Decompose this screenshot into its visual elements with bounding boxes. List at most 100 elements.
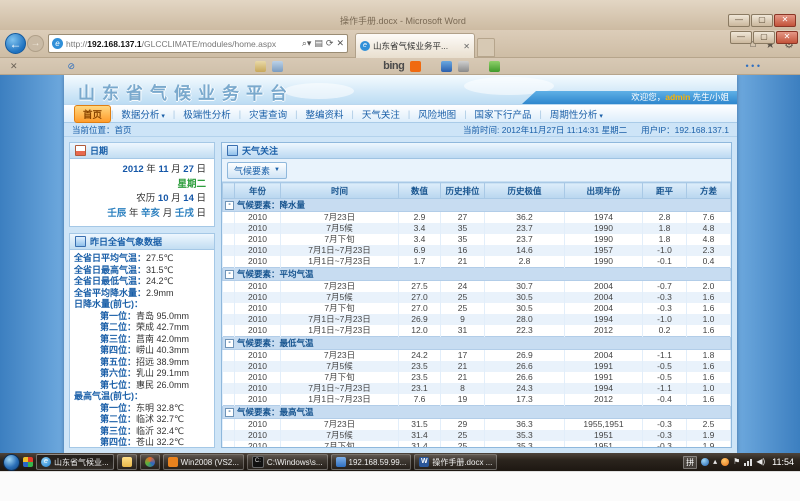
stat-value: 临沂 32.4℃ <box>136 426 184 436</box>
browser-maximize-icon[interactable]: ▢ <box>753 31 775 44</box>
search-icon[interactable]: ⌕▾ <box>302 38 312 49</box>
stop-icon[interactable]: ✕ <box>336 38 344 49</box>
row-select-cell <box>223 292 235 303</box>
start-button-icon[interactable] <box>3 454 20 471</box>
fire-icon[interactable] <box>721 458 729 466</box>
table-cell: 7月5候 <box>281 430 399 441</box>
collapse-icon[interactable]: - <box>225 201 234 210</box>
yesterday-box-title: 昨日全省气象数据 <box>90 235 162 248</box>
table-cell: 7.6 <box>687 212 731 224</box>
browser-minimize-icon[interactable]: — <box>730 31 752 44</box>
collapse-icon[interactable]: - <box>225 408 234 417</box>
compatibility-icon[interactable]: ▤ <box>314 38 323 49</box>
browser-tab[interactable]: e 山东省气候业务平... ✕ <box>355 33 475 58</box>
nav-item-2[interactable]: 数据分析▾ <box>113 106 173 122</box>
table-cell: 1.6 <box>687 325 731 337</box>
table-cell: 7月1日~7月23日 <box>281 314 399 325</box>
toolbar-close-icon[interactable]: ✕ <box>10 61 18 72</box>
paw-icon[interactable] <box>458 61 469 72</box>
taskbar-task-2[interactable] <box>117 454 137 470</box>
taskbar-task-6[interactable]: 192.168.59.99... <box>331 454 412 470</box>
new-tab-button[interactable] <box>477 38 495 57</box>
table-cell: 28.0 <box>485 314 565 325</box>
video-icon[interactable] <box>441 61 452 72</box>
table-row: 20107月23日27.52430.72004-0.72.0 <box>223 281 731 293</box>
taskbar-task-7[interactable]: W操作手册.docx ... <box>414 454 497 470</box>
table-group-cell: -气候要素：降水量 <box>223 199 731 212</box>
more-dots-icon[interactable]: • • • <box>746 61 760 71</box>
nav-item-7[interactable]: 风险地图 <box>410 106 464 122</box>
calendar-text: 年 <box>144 164 159 175</box>
table-cell: 2.9 <box>399 212 441 224</box>
task-label: 操作手册.docx ... <box>432 457 492 468</box>
browser-close-icon[interactable]: ✕ <box>776 31 798 44</box>
nav-item-8[interactable]: 国家下行产品 <box>467 106 540 122</box>
print-icon[interactable] <box>272 61 283 72</box>
table-cell: 0.4 <box>687 256 731 268</box>
row-select-cell <box>223 314 235 325</box>
stat-value: 荣成 42.7mm <box>136 322 189 332</box>
share-icon[interactable] <box>489 61 500 72</box>
nav-item-1[interactable]: 首页 <box>74 105 111 123</box>
bing-logo[interactable]: bing <box>383 60 404 72</box>
table-row: 20107月1日~7月23日6.91614.61957-1.02.3 <box>223 245 731 256</box>
background-word-window: 操作手册.docx - Microsoft Word — ▢ ✕ <box>0 0 800 30</box>
action-center-flag-icon[interactable]: ⚑ <box>733 457 740 467</box>
stat-line: 第三位：莒南 42.0mm <box>74 334 210 346</box>
table-cell: 2010 <box>235 419 281 431</box>
back-icon[interactable]: ← <box>5 33 26 54</box>
calendar-text: 日 <box>194 193 206 204</box>
address-bar[interactable]: e http://192.168.137.1/GLCCLIMATE/module… <box>48 34 348 53</box>
row-select-cell <box>223 325 235 337</box>
table-cell: 4.8 <box>687 223 731 234</box>
input-method-indicator[interactable]: 拼 <box>683 456 697 469</box>
taskbar-task-3[interactable] <box>140 454 160 470</box>
page-wrapper: 山东省气候业务平台 欢迎您，admin 先生/小姐 首页|数据分析▾|极端性分析… <box>64 75 737 453</box>
row-select-cell <box>223 419 235 431</box>
volume-icon[interactable]: ◀) <box>756 457 765 467</box>
table-cell: 2004 <box>565 350 643 362</box>
forward-icon[interactable]: → <box>27 35 44 52</box>
collapse-icon[interactable]: - <box>225 270 234 279</box>
stat-line: 第二位：荣成 42.7mm <box>74 322 210 334</box>
table-cell: 25 <box>441 292 485 303</box>
maximize-icon[interactable]: ▢ <box>751 14 773 27</box>
minimize-icon[interactable]: — <box>728 14 750 27</box>
taskbar-task-5[interactable]: C:C:\Windows\s... <box>247 454 328 470</box>
blocker-icon[interactable]: ⊘ <box>68 61 76 72</box>
globe-icon[interactable] <box>701 458 709 466</box>
table-cell: 2010 <box>235 441 281 448</box>
nav-item-5[interactable]: 整编资料 <box>297 106 351 122</box>
task-label: 山东省气候业... <box>54 457 109 468</box>
table-cell: 1.0 <box>687 314 731 325</box>
show-hidden-icons-icon[interactable]: ▴ <box>713 457 717 467</box>
taskbar-task-4[interactable]: Win2008 (VS2... <box>163 454 244 470</box>
bing-apps-icon[interactable] <box>410 61 421 72</box>
stat-label: 第三位： <box>100 426 136 436</box>
table-cell: 2010 <box>235 430 281 441</box>
taskbar-clock[interactable]: 11:54 <box>772 457 794 467</box>
table-cell: 2010 <box>235 234 281 245</box>
nav-item-6[interactable]: 天气关注 <box>354 106 408 122</box>
close-icon[interactable]: ✕ <box>774 14 796 27</box>
climate-element-dropdown[interactable]: 气候要素 ▼ <box>227 162 287 179</box>
pinned-app-icon[interactable] <box>23 457 33 467</box>
table-cell: 1991 <box>565 361 643 372</box>
taskbar-task-1[interactable]: e山东省气候业... <box>36 454 114 470</box>
stat-line: 全省日最低气温：24.2℃ <box>74 276 210 288</box>
stat-line: 全省日平均气温：27.5℃ <box>74 253 210 265</box>
row-select-cell <box>223 361 235 372</box>
nav-item-9[interactable]: 周期性分析▾ <box>542 106 611 122</box>
network-icon[interactable] <box>744 459 752 466</box>
nav-item-4[interactable]: 灾害查询 <box>241 106 295 122</box>
table-cell: 23.7 <box>485 234 565 245</box>
table-group-row: -气候要素：降水量 <box>223 199 731 212</box>
collapse-icon[interactable]: - <box>225 339 234 348</box>
table-cell: 1月1日~7月23日 <box>281 256 399 268</box>
tab-close-icon[interactable]: ✕ <box>463 42 470 51</box>
stat-label: 第六位： <box>100 368 136 378</box>
nav-item-3[interactable]: 极端性分析 <box>175 106 239 122</box>
mail-icon[interactable] <box>255 61 266 72</box>
calendar-text: 10 <box>158 193 169 204</box>
refresh-icon[interactable]: ⟳ <box>326 38 334 49</box>
